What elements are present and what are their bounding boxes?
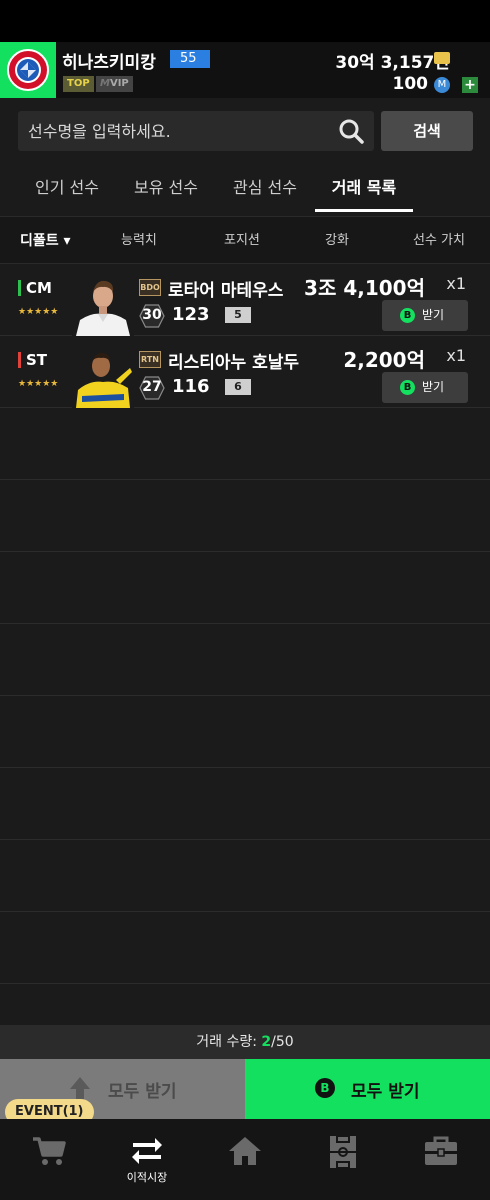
column-enhance[interactable]: 강화 <box>325 217 349 265</box>
player-photo <box>72 274 134 336</box>
player-ovr: 30 <box>142 307 162 323</box>
player-price: 2,200억 <box>343 348 425 372</box>
player-name: 로타어 마테우스 <box>168 281 284 301</box>
nav-squad[interactable] <box>294 1119 392 1200</box>
profile-header: 히나츠키미캉 55 TOP MVIP 30억 3,157만 100 M + <box>0 42 490 98</box>
empty-slot <box>0 696 490 768</box>
nickname: 히나츠키미캉 <box>62 53 156 73</box>
search-box <box>18 111 374 151</box>
empty-slot <box>0 408 490 480</box>
player-name: 리스티아누 호날두 <box>168 353 300 373</box>
player-portrait-icon <box>72 274 134 336</box>
enhance-level: 6 <box>225 379 251 395</box>
player-quantity: x1 <box>446 346 466 365</box>
player-portrait-icon <box>72 346 134 408</box>
trade-count-bar: 거래 수량: 2/50 <box>0 1025 490 1059</box>
player-ovr: 27 <box>142 379 162 395</box>
nav-shop[interactable] <box>0 1119 98 1200</box>
empty-slot <box>0 768 490 840</box>
b-coin-icon: B <box>315 1078 335 1098</box>
vip-badge: MVIP <box>96 76 133 92</box>
trade-list: CM ★★★★★ BDO 로타어 마테우스 30 123 5 3조 4,100억… <box>0 264 490 1024</box>
column-position[interactable]: 포지션 <box>224 217 260 265</box>
player-rating: 116 <box>172 376 210 397</box>
receive-all-button[interactable]: B 모두 받기 <box>245 1059 490 1119</box>
search-icon[interactable] <box>338 118 364 144</box>
b-coin-icon: B <box>400 308 415 323</box>
player-photo <box>72 346 134 408</box>
nav-club[interactable] <box>392 1119 490 1200</box>
table-row[interactable]: CM ★★★★★ BDO 로타어 마테우스 30 123 5 3조 4,100억… <box>0 264 490 336</box>
pitch-icon <box>330 1135 356 1169</box>
receive-button[interactable]: B 받기 <box>382 372 468 403</box>
nav-transfer-label: 이적시장 <box>126 1171 168 1184</box>
empty-slot <box>0 552 490 624</box>
star-rating: ★★★★★ <box>18 379 59 389</box>
level-badge: 55 <box>170 50 210 68</box>
points-amount: 100 <box>392 74 429 94</box>
position-color-bar <box>18 280 21 296</box>
season-badge: RTN <box>139 351 161 368</box>
bottom-nav: 이적시장 <box>0 1119 490 1200</box>
position-color-bar <box>18 352 21 368</box>
player-price: 3조 4,100억 <box>304 276 425 300</box>
receive-all-label: 모두 받기 <box>351 1082 420 1102</box>
empty-slot <box>0 912 490 984</box>
search-button[interactable]: 검색 <box>381 111 473 151</box>
vip-label: VIP <box>109 78 129 89</box>
trade-count-max: /50 <box>271 1034 294 1050</box>
column-header: 디폴트 ▾ 능력치 포지션 강화 선수 가치 <box>0 216 490 264</box>
b-coin-icon: B <box>400 380 415 395</box>
vip-m-icon: M <box>100 78 110 89</box>
cart-icon <box>33 1137 66 1165</box>
tab-watched-players[interactable]: 관심 선수 <box>220 166 310 212</box>
player-position: ST <box>26 351 48 369</box>
player-rating: 123 <box>172 304 210 325</box>
nav-home[interactable] <box>196 1119 294 1200</box>
transfer-arrows-icon <box>132 1138 162 1164</box>
tab-popular-players[interactable]: 인기 선수 <box>22 166 112 212</box>
status-bar <box>0 0 490 42</box>
player-position: CM <box>26 279 52 297</box>
receive-all-label: 모두 받기 <box>108 1082 177 1102</box>
column-value[interactable]: 선수 가치 <box>413 217 465 265</box>
empty-slot <box>0 480 490 552</box>
money-amount: 30억 3,157만 <box>335 53 450 73</box>
star-rating: ★★★★★ <box>18 307 59 317</box>
column-ability[interactable]: 능력치 <box>121 217 157 265</box>
home-icon <box>229 1137 261 1165</box>
top-badge: TOP <box>63 76 94 92</box>
enhance-level: 5 <box>225 307 251 323</box>
nav-transfer-market[interactable]: 이적시장 <box>98 1119 196 1200</box>
player-quantity: x1 <box>446 274 466 293</box>
tab-bar: 인기 선수 보유 선수 관심 선수 거래 목록 <box>0 166 490 212</box>
club-logo[interactable] <box>0 42 56 98</box>
receive-label: 받기 <box>422 308 445 322</box>
points-icon: M <box>434 77 450 93</box>
receive-label: 받기 <box>422 380 445 394</box>
tab-owned-players[interactable]: 보유 선수 <box>121 166 211 212</box>
sort-dropdown[interactable]: 디폴트 ▾ <box>20 217 71 265</box>
table-row[interactable]: ST ★★★★★ RTN 리스티아누 호날두 27 116 6 2,200억 x… <box>0 336 490 408</box>
add-points-button[interactable]: + <box>462 77 478 93</box>
briefcase-icon <box>425 1136 457 1165</box>
tab-trade-list[interactable]: 거래 목록 <box>315 166 413 212</box>
trade-count-label: 거래 수량: <box>196 1034 262 1050</box>
empty-slot <box>0 624 490 696</box>
coin-icon <box>434 52 450 64</box>
search-input[interactable] <box>28 111 328 151</box>
season-badge: BDO <box>139 279 161 296</box>
club-crest-icon <box>7 49 49 91</box>
trade-count-current: 2 <box>261 1034 272 1050</box>
receive-button[interactable]: B 받기 <box>382 300 468 331</box>
empty-slot <box>0 840 490 912</box>
